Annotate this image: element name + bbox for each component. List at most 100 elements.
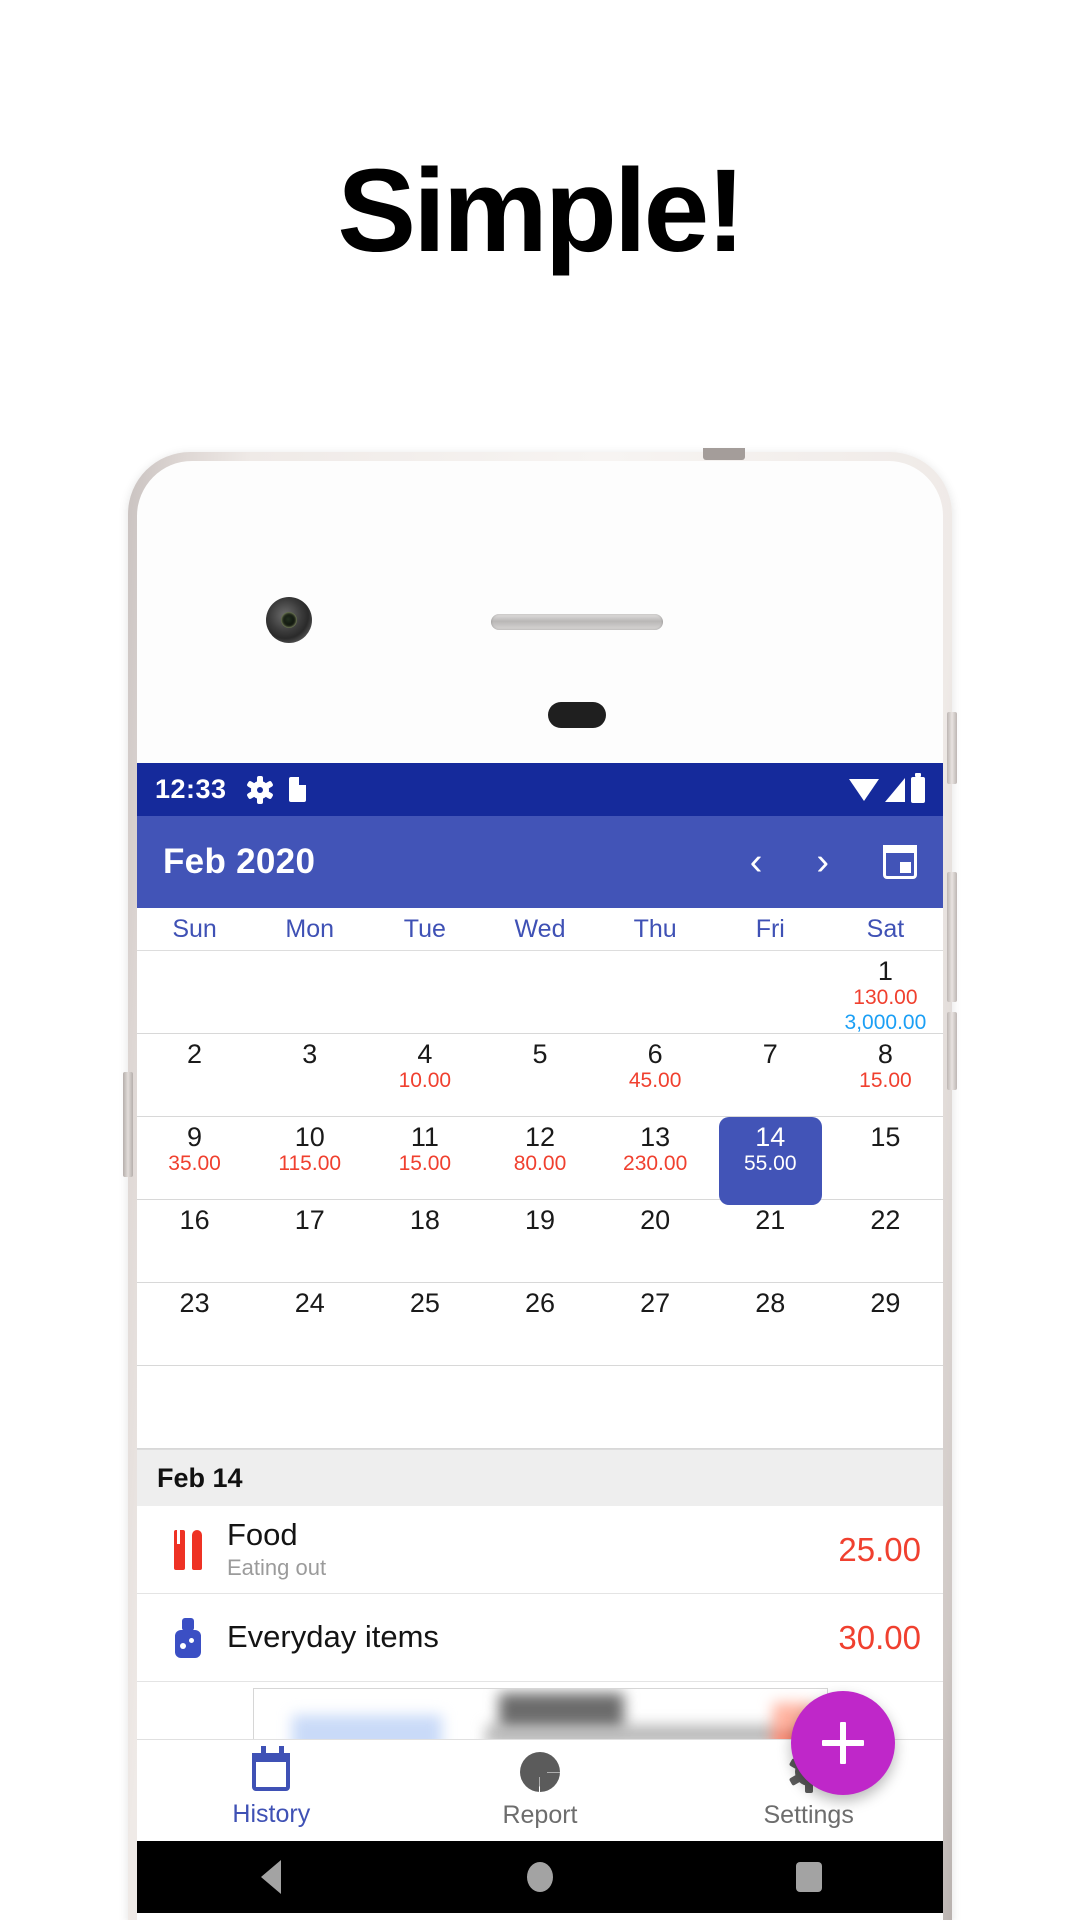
calendar-grid: 1 130.00 3,000.00 2 3 4 10.00 5 6 45.00 7 8 15.00 9 35… xyxy=(137,951,943,1449)
pie-chart-icon xyxy=(519,1751,560,1792)
calendar-day-cell[interactable]: 17 xyxy=(252,1200,367,1282)
calendar-week-row: 1 130.00 3,000.00 xyxy=(137,951,943,1034)
calendar-day-cell[interactable]: 20 xyxy=(598,1200,713,1282)
day-number: 4 xyxy=(417,1039,433,1069)
app-bar: Feb 2020 ‹ › xyxy=(137,816,943,908)
transaction-amount: 30.00 xyxy=(838,1618,921,1656)
side-button-left xyxy=(123,1072,133,1177)
day-number: 15 xyxy=(870,1122,901,1152)
transaction-title: Everyday items xyxy=(227,1619,439,1655)
calendar-day-cell[interactable]: 23 xyxy=(137,1283,252,1365)
transaction-title: Food xyxy=(227,1516,298,1552)
calendar-day-cell[interactable]: 4 10.00 xyxy=(367,1034,482,1116)
transaction-icon-slot xyxy=(159,1529,217,1570)
nav-label: Settings xyxy=(763,1800,854,1829)
calendar-day-cell[interactable]: 26 xyxy=(482,1283,597,1365)
calendar-empty-cell xyxy=(137,951,252,1036)
day-number: 3 xyxy=(302,1039,318,1069)
calendar-week-row: 2 3 4 10.00 5 6 45.00 7 8 15.00 xyxy=(137,1034,943,1117)
day-number: 6 xyxy=(647,1039,663,1069)
calendar-week-row xyxy=(137,1366,943,1449)
day-number: 23 xyxy=(179,1288,210,1318)
transaction-row[interactable]: Everyday items 30.00 xyxy=(137,1594,943,1682)
gear-icon xyxy=(245,775,274,804)
earpiece-speaker xyxy=(491,614,663,630)
calendar-empty-cell xyxy=(137,1366,252,1448)
calendar-day-cell[interactable]: 24 xyxy=(252,1283,367,1365)
calendar-day-cell[interactable]: 6 45.00 xyxy=(598,1034,713,1116)
app-bar-actions: ‹ › xyxy=(750,843,917,881)
calendar-empty-cell xyxy=(713,951,828,1036)
front-camera-icon xyxy=(266,597,312,643)
calendar-day-cell[interactable]: 9 35.00 xyxy=(137,1117,252,1199)
day-number: 5 xyxy=(532,1039,548,1069)
day-number: 9 xyxy=(187,1122,203,1152)
calendar-empty-cell xyxy=(828,1366,943,1448)
day-number: 25 xyxy=(409,1288,440,1318)
day-number: 18 xyxy=(409,1205,440,1235)
signal-icon xyxy=(885,777,905,802)
day-number: 7 xyxy=(762,1039,778,1069)
promo-screenshot: Simple! 12:33 Feb 2020 ‹ › Sun Mon Tue W… xyxy=(0,0,1080,1920)
nav-item-history[interactable]: History xyxy=(137,1745,406,1829)
day-section-header: Feb 14 xyxy=(137,1449,943,1506)
wifi-icon xyxy=(849,778,879,801)
calendar-day-cell[interactable]: 16 xyxy=(137,1200,252,1282)
calendar-day-cell[interactable]: 2 xyxy=(137,1034,252,1116)
calendar-day-cell[interactable]: 1 130.00 3,000.00 xyxy=(828,951,943,1036)
calendar-empty-cell xyxy=(482,1366,597,1448)
back-icon[interactable] xyxy=(261,1860,282,1894)
transaction-subtitle: Eating out xyxy=(227,1554,327,1580)
calendar-day-cell[interactable]: 3 xyxy=(252,1034,367,1116)
day-expense-amount: 35.00 xyxy=(168,1152,221,1176)
day-number: 1 xyxy=(877,956,893,986)
calendar-day-cell[interactable]: 21 xyxy=(713,1200,828,1282)
weekday-header: Sun Mon Tue Wed Thu Fri Sat xyxy=(137,908,943,951)
day-number: 28 xyxy=(755,1288,786,1318)
calendar-day-cell[interactable]: 7 xyxy=(713,1034,828,1116)
calendar-day-cell[interactable]: 28 xyxy=(713,1283,828,1365)
day-expense-amount: 10.00 xyxy=(398,1069,452,1093)
calendar-day-cell[interactable]: 5 xyxy=(482,1034,597,1116)
calendar-day-cell[interactable]: 14 55.00 xyxy=(713,1117,828,1205)
calendar-day-cell[interactable]: 15 xyxy=(828,1117,943,1199)
day-number: 27 xyxy=(640,1288,671,1318)
calendar-day-cell[interactable]: 13 230.00 xyxy=(598,1117,713,1199)
plus-icon xyxy=(840,1722,846,1764)
calendar-icon[interactable] xyxy=(883,845,917,879)
calendar-empty-cell xyxy=(482,951,597,1036)
calendar-day-cell[interactable]: 11 15.00 xyxy=(367,1117,482,1199)
calendar-day-cell[interactable]: 12 80.00 xyxy=(482,1117,597,1199)
day-number: 17 xyxy=(294,1205,325,1235)
nav-item-report[interactable]: Report xyxy=(406,1751,675,1830)
next-month-button[interactable]: › xyxy=(816,843,829,881)
day-number: 22 xyxy=(870,1205,901,1235)
calendar-day-cell[interactable]: 29 xyxy=(828,1283,943,1365)
day-number: 10 xyxy=(294,1122,325,1152)
volume-down-button xyxy=(947,1012,957,1090)
calendar-day-cell[interactable]: 25 xyxy=(367,1283,482,1365)
recents-icon[interactable] xyxy=(795,1862,822,1892)
status-bar-left-icons xyxy=(245,775,306,804)
calendar-day-cell[interactable]: 27 xyxy=(598,1283,713,1365)
day-expense-amount: 15.00 xyxy=(398,1152,452,1176)
calendar-day-cell[interactable]: 18 xyxy=(367,1200,482,1282)
calendar-icon xyxy=(252,1745,291,1791)
calendar-day-cell[interactable]: 10 115.00 xyxy=(252,1117,367,1199)
calendar-empty-cell xyxy=(598,951,713,1036)
day-expense-amount: 230.00 xyxy=(623,1152,688,1176)
day-expense-amount: 115.00 xyxy=(278,1152,342,1176)
calendar-day-cell[interactable]: 19 xyxy=(482,1200,597,1282)
calendar-empty-cell xyxy=(598,1366,713,1448)
status-bar: 12:33 xyxy=(137,763,943,816)
calendar-day-cell[interactable]: 8 15.00 xyxy=(828,1034,943,1116)
android-navigation-bar xyxy=(137,1841,943,1913)
previous-month-button[interactable]: ‹ xyxy=(750,843,763,881)
day-expense-amount: 45.00 xyxy=(628,1069,682,1093)
calendar-day-cell[interactable]: 22 xyxy=(828,1200,943,1282)
home-icon[interactable] xyxy=(526,1862,553,1892)
transaction-row[interactable]: Food Eating out 25.00 xyxy=(137,1506,943,1594)
day-number: 21 xyxy=(755,1205,786,1235)
add-transaction-fab[interactable] xyxy=(791,1691,895,1795)
sd-card-icon xyxy=(288,777,306,802)
